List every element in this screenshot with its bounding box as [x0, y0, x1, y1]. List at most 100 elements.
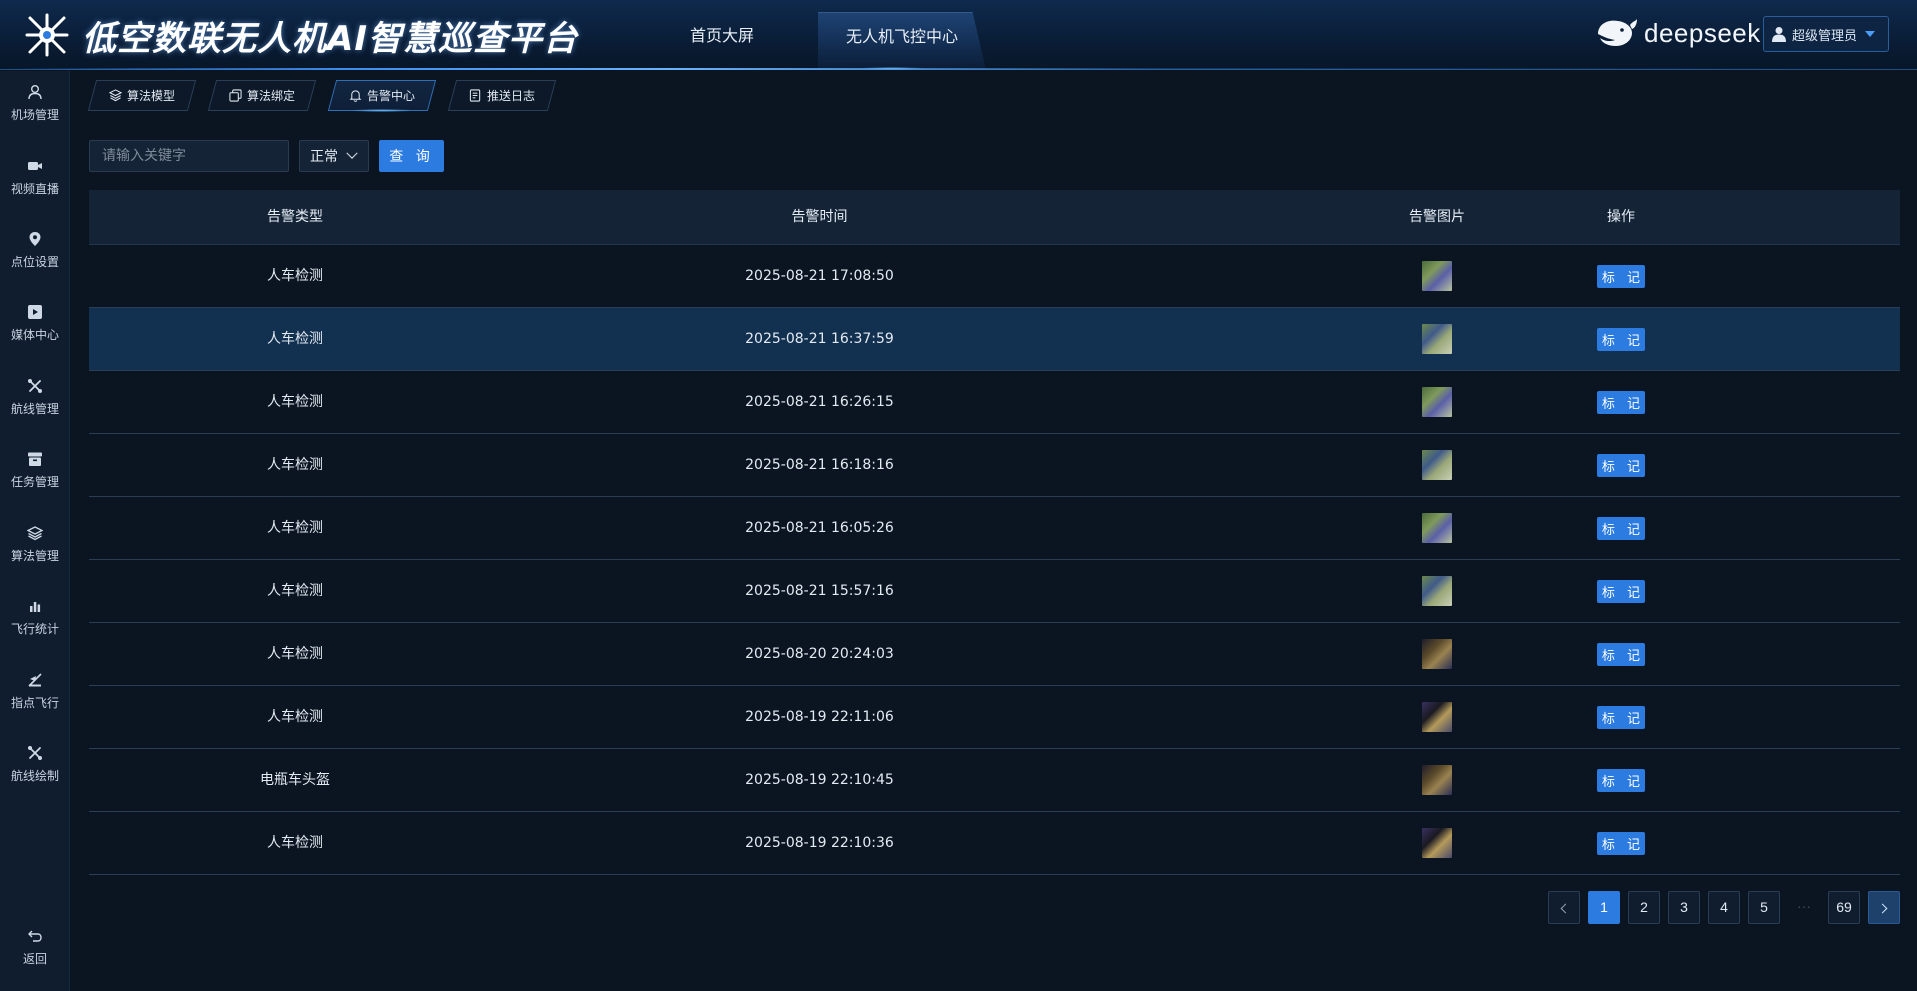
mark-button[interactable]: 标 记 — [1597, 768, 1645, 792]
nav-tab-flight-control[interactable]: 无人机飞控中心 — [818, 12, 987, 70]
mark-button[interactable]: 标 记 — [1597, 390, 1645, 414]
table-row[interactable]: 人车检测 2025-08-21 17:08:50 标 记 — [89, 245, 1900, 308]
sidebar-item-label: 任务管理 — [10, 474, 59, 489]
sidebar-item-media[interactable]: 媒体中心 — [0, 293, 70, 353]
page-button-3[interactable]: 3 — [1668, 891, 1700, 924]
mark-button[interactable]: 标 记 — [1597, 516, 1645, 540]
logo: 低空数联无人机AI智慧巡查平台 — [24, 10, 578, 60]
page-button-5[interactable]: 5 — [1748, 891, 1780, 924]
mark-button[interactable]: 标 记 — [1597, 327, 1645, 351]
mark-button[interactable]: 标 记 — [1597, 705, 1645, 729]
pagination: 1 2 3 4 5 ··· 69 — [1548, 891, 1900, 924]
bar-chart-icon — [30, 601, 41, 612]
table-row[interactable]: 人车检测 2025-08-20 20:24:03 标 记 — [89, 623, 1900, 686]
alarm-time-cell: 2025-08-19 22:11:06 — [745, 709, 894, 725]
alarm-time-cell: 2025-08-21 17:08:50 — [745, 268, 894, 284]
sidebar-item-algorithms[interactable]: 算法管理 — [0, 514, 70, 574]
alarm-thumbnail[interactable] — [1422, 387, 1452, 417]
location-pin-icon — [29, 231, 41, 246]
alarm-thumbnail[interactable] — [1422, 702, 1452, 732]
mark-button[interactable]: 标 记 — [1597, 453, 1645, 477]
alarm-thumbnail[interactable] — [1422, 324, 1452, 354]
query-button[interactable]: 查 询 — [379, 140, 444, 172]
chevron-left-icon — [1560, 903, 1571, 914]
page-ellipsis[interactable]: ··· — [1788, 891, 1820, 924]
alarm-thumbnail[interactable] — [1422, 828, 1452, 858]
alarm-table: 告警类型 告警时间 告警图片 操作 人车检测 2025-08-21 17:08:5… — [89, 190, 1900, 875]
table-row[interactable]: 人车检测 2025-08-19 22:10:36 标 记 — [89, 812, 1900, 875]
page-button-last[interactable]: 69 — [1828, 891, 1860, 924]
table-row[interactable]: 人车检测 2025-08-21 15:57:16 标 记 — [89, 560, 1900, 623]
tab-label: 推送日志 — [486, 89, 535, 103]
table-row[interactable]: 人车检测 2025-08-21 16:37:59 标 记 — [89, 308, 1900, 371]
tab-push-log[interactable]: 推送日志 — [452, 80, 552, 111]
mark-button[interactable]: 标 记 — [1597, 642, 1645, 666]
alarm-thumbnail[interactable] — [1422, 765, 1452, 795]
drone-logo-icon — [25, 13, 69, 57]
alarm-thumbnail[interactable] — [1422, 450, 1452, 480]
back-button[interactable]: 返回 — [0, 917, 70, 977]
back-label: 返回 — [22, 951, 47, 966]
mark-button[interactable]: 标 记 — [1597, 579, 1645, 603]
keyword-search-input[interactable] — [89, 140, 289, 172]
mark-button[interactable]: 标 记 — [1597, 264, 1645, 288]
alarm-thumbnail[interactable] — [1422, 513, 1452, 543]
alarm-image-cell — [1389, 434, 1485, 496]
alarm-image-cell — [1389, 497, 1485, 559]
sidebar-item-airport[interactable]: 机场管理 — [0, 73, 70, 133]
page-button-1[interactable]: 1 — [1588, 891, 1620, 924]
tab-alarm-center[interactable]: 告警中心 — [332, 80, 432, 112]
table-row[interactable]: 人车检测 2025-08-21 16:26:15 标 记 — [89, 371, 1900, 434]
sidebar-item-points[interactable]: 点位设置 — [0, 220, 70, 280]
alarm-type-cell: 人车检测 — [267, 709, 323, 725]
page-button-4[interactable]: 4 — [1708, 891, 1740, 924]
tab-algorithm-model[interactable]: 算法模型 — [92, 80, 192, 111]
status-select-value: 正常 — [310, 149, 338, 165]
page-button-2[interactable]: 2 — [1628, 891, 1660, 924]
table-row[interactable]: 电瓶车头盔 2025-08-19 22:10:45 标 记 — [89, 749, 1900, 812]
table-row[interactable]: 人车检测 2025-08-21 16:18:16 标 记 — [89, 434, 1900, 497]
video-icon — [28, 161, 42, 170]
table-row[interactable]: 人车检测 2025-08-21 16:05:26 标 记 — [89, 497, 1900, 560]
alarm-type-cell: 人车检测 — [267, 835, 323, 851]
sidebar-item-label: 指点飞行 — [10, 695, 59, 710]
sidebar-item-live-video[interactable]: 视频直播 — [0, 147, 70, 207]
alarm-image-cell — [1389, 686, 1485, 748]
user-icon — [1772, 27, 1786, 42]
user-menu[interactable]: 超级管理员 — [1763, 16, 1889, 52]
alarm-time-cell: 2025-08-21 15:57:16 — [745, 583, 894, 599]
sidebar-item-routes[interactable]: 航线管理 — [0, 367, 70, 427]
action-cell: 标 记 — [1589, 686, 1653, 748]
prev-page-button[interactable] — [1548, 891, 1580, 924]
layers-icon — [108, 89, 122, 102]
next-page-button[interactable] — [1868, 891, 1900, 924]
status-select[interactable]: 正常 — [299, 140, 369, 172]
alarm-thumbnail[interactable] — [1422, 576, 1452, 606]
alarm-image-cell — [1389, 560, 1485, 622]
brand-name: deepseek — [1644, 17, 1761, 48]
alarm-type-cell: 人车检测 — [267, 583, 323, 599]
alarm-thumbnail[interactable] — [1422, 639, 1452, 669]
archive-icon — [28, 452, 42, 466]
tab-label: 算法绑定 — [246, 89, 295, 103]
sidebar-item-label: 航线管理 — [10, 401, 59, 416]
action-cell: 标 记 — [1589, 497, 1653, 559]
action-cell: 标 记 — [1589, 245, 1653, 307]
sidebar-item-point-flight[interactable]: 指点飞行 — [0, 661, 70, 721]
alarm-type-cell: 人车检测 — [267, 520, 323, 536]
sidebar-item-route-drawing[interactable]: 航线绘制 — [0, 734, 70, 794]
sidebar-item-label: 媒体中心 — [10, 327, 59, 342]
tab-algorithm-binding[interactable]: 算法绑定 — [212, 80, 312, 111]
action-cell: 标 记 — [1589, 560, 1653, 622]
nav-tab-home[interactable]: 首页大屏 — [690, 16, 754, 56]
deepseek-brand: deepseek — [1594, 16, 1761, 50]
sidebar-item-label: 航线绘制 — [10, 768, 59, 783]
sidebar-item-flight-stats[interactable]: 飞行统计 — [0, 587, 70, 647]
alarm-image-cell — [1389, 371, 1485, 433]
sidebar-item-tasks[interactable]: 任务管理 — [0, 440, 70, 500]
alarm-type-cell: 人车检测 — [267, 268, 323, 284]
alarm-thumbnail[interactable] — [1422, 261, 1452, 291]
alarm-time-cell: 2025-08-21 16:05:26 — [745, 520, 894, 536]
mark-button[interactable]: 标 记 — [1597, 831, 1645, 855]
table-row[interactable]: 人车检测 2025-08-19 22:11:06 标 记 — [89, 686, 1900, 749]
